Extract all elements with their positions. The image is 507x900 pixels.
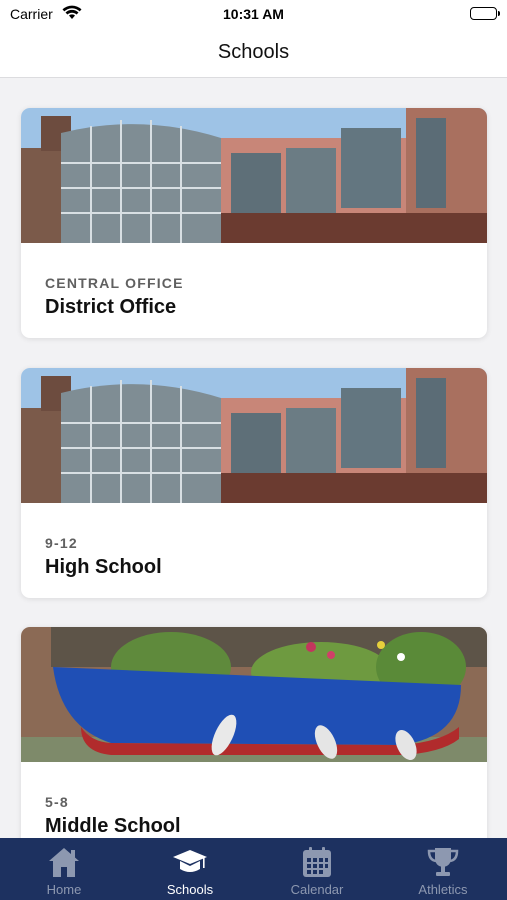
clock: 10:31 AM — [223, 6, 284, 22]
school-photo — [21, 108, 487, 243]
school-name: District Office — [45, 296, 177, 318]
page-title: Schools — [217, 41, 290, 63]
tab-schools[interactable]: Schools — [127, 838, 253, 900]
school-name: High School — [45, 556, 162, 578]
navigation-bar: Schools — [0, 30, 507, 78]
school-photo — [21, 627, 487, 762]
tab-label: Athletics — [418, 882, 468, 897]
graduation-cap-icon — [172, 844, 208, 880]
tab-bar: Home Schools Calendar Athletics — [0, 838, 507, 900]
school-card-district-office[interactable]: CENTRAL OFFICE District Office — [21, 108, 487, 338]
tab-label: Home — [46, 882, 82, 897]
home-icon — [46, 844, 82, 880]
tab-home[interactable]: Home — [1, 838, 127, 900]
tab-label: Schools — [166, 882, 214, 897]
calendar-icon — [299, 844, 335, 880]
school-grade-label: 5-8 — [45, 794, 69, 810]
tab-athletics[interactable]: Athletics — [380, 838, 506, 900]
tab-label: Calendar — [290, 882, 344, 897]
battery-icon — [470, 7, 500, 20]
trophy-icon — [425, 844, 461, 880]
school-grade-label: 9-12 — [45, 535, 78, 551]
school-photo — [21, 368, 487, 503]
school-card-middle-school[interactable]: 5-8 Middle School — [21, 627, 487, 838]
schools-list[interactable]: CENTRAL OFFICE District Office 9-12 High… — [0, 79, 507, 838]
status-bar: Carrier 10:31 AM — [0, 0, 507, 30]
school-card-high-school[interactable]: 9-12 High School — [21, 368, 487, 598]
school-grade-label: CENTRAL OFFICE — [45, 275, 184, 291]
tab-calendar[interactable]: Calendar — [254, 838, 380, 900]
school-name: Middle School — [45, 815, 181, 837]
